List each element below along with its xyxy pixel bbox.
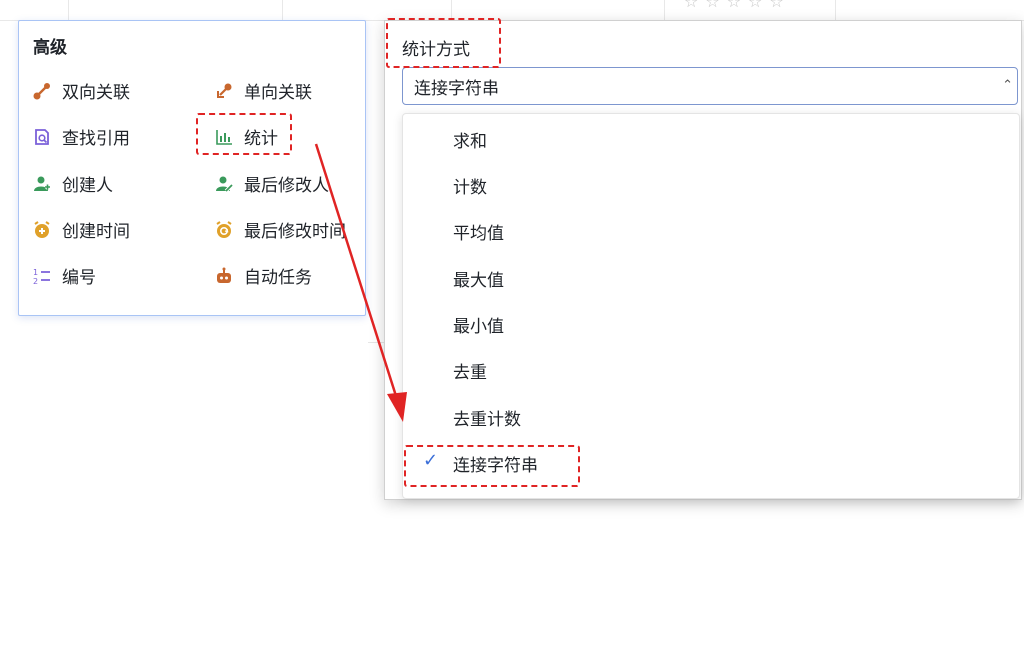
annotation-arrow: [314, 143, 407, 422]
